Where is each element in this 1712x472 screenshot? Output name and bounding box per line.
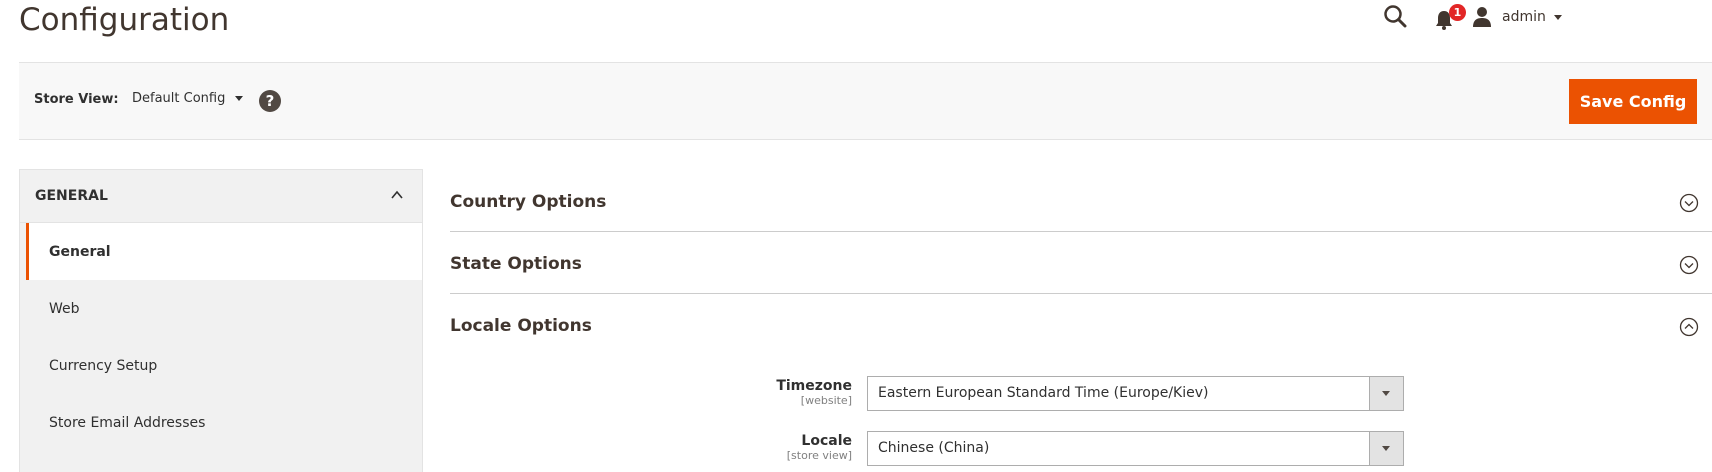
timezone-select[interactable]: Eastern European Standard Time (Europe/K…: [867, 376, 1404, 411]
config-sections: Country Options State Options Locale Opt…: [450, 170, 1712, 355]
section-state-options[interactable]: State Options: [450, 232, 1712, 294]
section-locale-options[interactable]: Locale Options: [450, 294, 1712, 355]
sidebar-item-currency-setup[interactable]: Currency Setup: [26, 337, 422, 394]
section-title: Country Options: [450, 192, 607, 212]
sidebar-item-web[interactable]: Web: [26, 280, 422, 337]
locale-scope: [store view]: [786, 449, 852, 462]
search-icon: [1384, 5, 1407, 28]
circle-chevron-up-icon: [1679, 317, 1699, 337]
timezone-scope: [website]: [800, 394, 852, 407]
timezone-value: Eastern European Standard Time (Europe/K…: [878, 385, 1209, 401]
user-name: admin: [1502, 9, 1546, 25]
locale-label: Locale: [801, 433, 852, 449]
caret-down-icon: [1382, 446, 1390, 451]
sidebar-item-label: Web: [49, 300, 80, 317]
sidebar-group-general[interactable]: GENERAL: [20, 170, 422, 223]
page-title: Configuration: [19, 2, 230, 38]
global-search-button[interactable]: [1382, 3, 1410, 31]
store-view-value: Default Config: [132, 91, 226, 106]
timezone-label: Timezone: [776, 378, 852, 394]
config-sidebar: GENERAL General Web Currency Setup Store…: [19, 169, 423, 472]
sidebar-item-general[interactable]: General: [26, 223, 422, 280]
circle-chevron-down-icon: [1679, 193, 1699, 213]
sidebar-group-title: GENERAL: [35, 188, 108, 204]
user-icon: [1473, 7, 1491, 27]
section-country-options[interactable]: Country Options: [450, 170, 1712, 232]
store-view-label: Store View:: [34, 92, 119, 107]
chevron-up-icon: [391, 190, 403, 199]
admin-user-menu[interactable]: admin: [1470, 2, 1700, 32]
locale-select[interactable]: Chinese (China): [867, 431, 1404, 466]
section-title: State Options: [450, 254, 582, 274]
notification-count-badge: 1: [1449, 4, 1466, 21]
select-arrow-button: [1369, 432, 1403, 465]
timezone-label-block: Timezone [website]: [700, 378, 852, 407]
locale-value: Chinese (China): [878, 440, 990, 456]
sidebar-item-label: Currency Setup: [49, 357, 158, 374]
section-title: Locale Options: [450, 316, 592, 336]
caret-down-icon: [1382, 391, 1390, 396]
store-view-bar: Store View: Default Config ? Save Config: [19, 62, 1712, 140]
locale-label-block: Locale [store view]: [700, 433, 852, 462]
select-arrow-button: [1369, 377, 1403, 410]
sidebar-item-store-email-addresses[interactable]: Store Email Addresses: [26, 394, 422, 451]
save-config-button[interactable]: Save Config: [1569, 79, 1697, 124]
help-icon[interactable]: ?: [259, 90, 281, 112]
sidebar-item-label: Store Email Addresses: [49, 414, 206, 431]
circle-chevron-down-icon: [1679, 255, 1699, 275]
store-view-switcher[interactable]: Default Config: [132, 91, 244, 106]
chevron-down-icon: [1553, 14, 1562, 20]
caret-down-icon: [235, 96, 244, 101]
notifications-button[interactable]: 1: [1432, 4, 1466, 32]
sidebar-item-label: General: [49, 243, 111, 260]
